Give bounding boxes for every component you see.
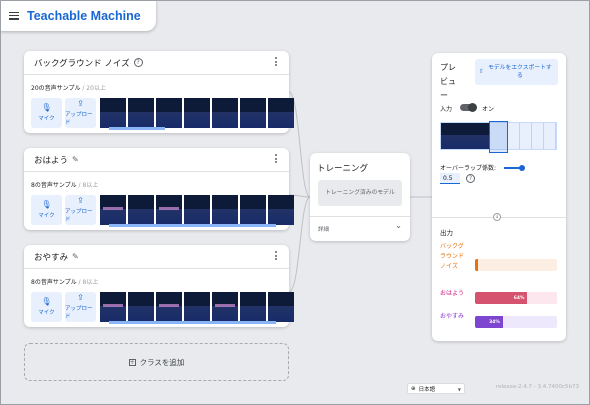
input-toggle[interactable] [460,102,477,112]
toggle-state-label: オン [482,106,495,113]
confidence-fill: 34% [475,316,503,328]
class-card-oyasumi: おやすみ ✎ 8の音声サンプル / 8以上 🎙 マイク ⇪ アップロード [24,245,294,327]
class-card-background-noise: バックグラウンド ノイズ ? 20の音声サンプル / 20以上 🎙 マイク ⇪ アッ… [24,51,294,133]
sample-count: 20の音声サンプル / 20以上 [31,85,106,92]
live-spectrogram [440,121,557,153]
mic-button[interactable]: 🎙 マイク [31,292,62,322]
sample-thumbnail[interactable] [212,195,238,225]
result-label: バックグラウンドノイズ [440,243,465,270]
export-model-button[interactable]: ⇧ モデルをエクスポートする [475,59,558,85]
confidence-fill: 64% [475,292,528,304]
samples-row: 🎙 マイク ⇪ アップロード [31,98,294,128]
confidence-bar [475,259,557,271]
sample-thumbnail[interactable] [268,292,294,322]
header: Teachable Machine [0,0,156,31]
class-header: おやすみ ✎ [24,245,289,269]
mic-icon: 🎙 [41,103,52,112]
version-text: release-2.4.7 - 3.4.7400c5b73 [496,384,580,390]
confidence-fill [475,259,478,271]
plus-icon: + [128,358,136,366]
sample-thumbnail[interactable] [156,98,182,128]
sample-thumbnail[interactable] [212,292,238,322]
chevron-down-icon[interactable]: ⌄ [395,221,402,230]
add-class-button[interactable]: + クラスを追加 [24,343,289,381]
sample-thumbnails [100,292,294,322]
training-title: トレーニング [317,164,369,174]
more-options-icon[interactable] [275,251,277,260]
train-model-button[interactable]: トレーニング済みのモデル [318,180,402,206]
globe-icon: ⊕ [411,385,416,392]
edit-pencil-icon[interactable]: ✎ [72,155,79,164]
overlap-factor-label: オーバーラップ係数: [440,165,496,172]
upload-button[interactable]: ⇪ アップロード [65,292,96,322]
upload-button[interactable]: ⇪ アップロード [65,98,96,128]
sample-thumbnail[interactable] [240,292,266,322]
class-header: おはよう ✎ [24,148,289,172]
training-card: トレーニング トレーニング済みのモデル 詳細 ⌄ [310,153,410,241]
sample-thumbnail[interactable] [156,195,182,225]
sample-thumbnail[interactable] [100,195,126,225]
samples-row: 🎙 マイク ⇪ アップロード [31,292,294,322]
sample-thumbnail[interactable] [184,292,210,322]
sample-thumbnail[interactable] [128,195,154,225]
preview-title: プレビュー [440,63,456,100]
arrow-down-icon: ↓ [493,213,501,221]
sample-thumbnail[interactable] [268,98,294,128]
output-label: 出力 [440,229,453,237]
class-name: バックグラウンド ノイズ [34,58,130,69]
sample-thumbnail[interactable] [212,98,238,128]
help-icon[interactable]: ? [466,174,475,183]
sample-thumbnail[interactable] [184,98,210,128]
mic-button[interactable]: 🎙 マイク [31,195,62,225]
advanced-details-label[interactable]: 詳細 [318,225,329,233]
export-icon: ⇧ [479,69,484,75]
sample-count: 8の音声サンプル / 8以上 [31,279,99,286]
sample-thumbnails [100,195,294,225]
menu-icon[interactable] [9,11,19,20]
confidence-bar: 34% [475,316,557,328]
preview-card: プレビュー ⇧ モデルをエクスポートする 入力 オン オーバーラップ係数: 0.5… [432,53,566,341]
upload-icon: ⇪ [77,196,84,205]
sample-thumbnail[interactable] [184,195,210,225]
sample-thumbnail[interactable] [240,195,266,225]
mic-icon: 🎙 [41,200,52,209]
more-options-icon[interactable] [275,57,277,66]
scroll-indicator[interactable] [109,321,276,324]
result-label: おはよう [440,290,465,297]
more-options-icon[interactable] [275,154,277,163]
app-logo: Teachable Machine [27,8,141,23]
result-label: おやすみ [440,313,465,320]
class-header: バックグラウンド ノイズ ? [24,51,289,75]
mic-icon: 🎙 [41,297,52,306]
dropdown-arrow-icon: ▼ [457,387,461,392]
class-name[interactable]: おやすみ [34,251,68,263]
upload-button[interactable]: ⇪ アップロード [65,195,96,225]
sample-thumbnail[interactable] [156,292,182,322]
help-icon[interactable]: ? [133,58,143,67]
sample-thumbnail[interactable] [128,292,154,322]
scroll-indicator[interactable] [109,224,276,227]
edit-pencil-icon[interactable]: ✎ [72,252,79,261]
samples-row: 🎙 マイク ⇪ アップロード [31,195,294,225]
upload-icon: ⇪ [77,99,84,108]
sample-thumbnail[interactable] [128,98,154,128]
sample-thumbnail[interactable] [100,98,126,128]
confidence-bar: 64% [475,292,557,304]
spectrogram-window [489,121,508,153]
sample-thumbnail[interactable] [268,195,294,225]
divider [310,216,410,217]
upload-icon: ⇪ [77,293,84,302]
sample-thumbnail[interactable] [240,98,266,128]
class-name[interactable]: おはよう [34,154,68,166]
overlap-slider[interactable] [504,164,525,171]
sample-thumbnail[interactable] [100,292,126,322]
overlap-value-field[interactable]: 0.5 [440,173,460,184]
sample-count: 8の音声サンプル / 8以上 [31,182,99,189]
language-selector[interactable]: ⊕ 日本語 ▼ [407,383,465,394]
class-card-ohayou: おはよう ✎ 8の音声サンプル / 8以上 🎙 マイク ⇪ アップロード [24,148,294,230]
mic-button[interactable]: 🎙 マイク [31,98,62,128]
sample-thumbnails [100,98,294,128]
scroll-indicator[interactable] [109,127,165,130]
input-label: 入力 [440,106,453,113]
